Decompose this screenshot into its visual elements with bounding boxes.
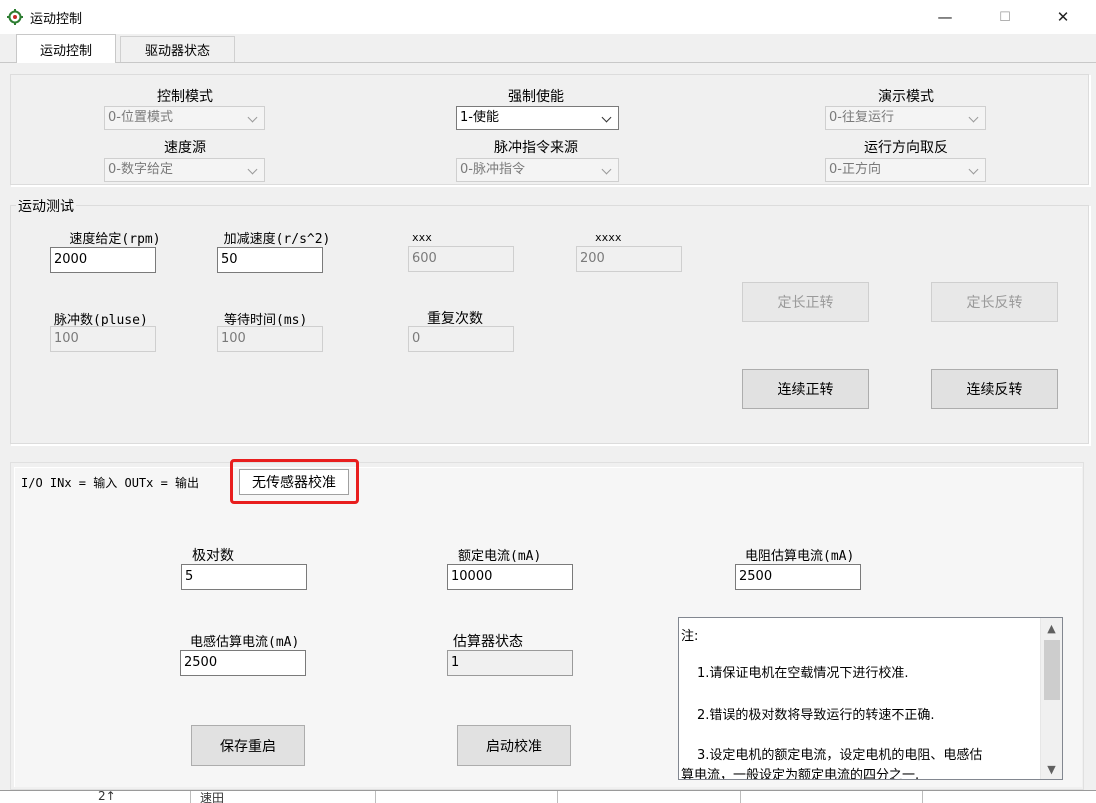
chevron-down-icon [969, 109, 979, 127]
speed-source-value: 0-数字给定 [108, 162, 173, 177]
demo-mode-select[interactable]: 0-往复运行 [825, 106, 986, 130]
column-divider [740, 791, 741, 803]
motion-test-title: 运动测试 [16, 196, 76, 216]
tab-driver-status[interactable]: 驱动器状态 [120, 36, 235, 62]
accel-label: 加减速度(r/s^2) [223, 232, 331, 247]
xxxx-label: xxxx [595, 231, 622, 244]
notes-line: 算电流，一般设定为额定电流的四分之一. [681, 768, 920, 780]
save-restart-button[interactable]: 保存重启 [191, 725, 305, 766]
close-button[interactable]: ✕ [1040, 0, 1086, 34]
pole-pairs-label: 极对数 [192, 548, 234, 564]
demo-mode-value: 0-往复运行 [829, 110, 894, 125]
chevron-down-icon [248, 109, 258, 127]
pulse-source-select[interactable]: 0-脉冲指令 [456, 158, 619, 182]
notes-line: 注: [681, 629, 699, 644]
xxxx-input[interactable]: 200 [576, 246, 682, 272]
continuous-reverse-button[interactable]: 连续反转 [931, 369, 1058, 409]
notes-line: 2.错误的极对数将导致运行的转速不正确. [697, 708, 935, 723]
speed-source-label: 速度源 [164, 140, 206, 156]
wait-time-input[interactable]: 100 [217, 326, 323, 352]
demo-mode-label: 演示模式 [878, 89, 934, 105]
pulse-source-label: 脉冲指令来源 [494, 140, 578, 156]
background-window-strip: 2↑ 速田 [0, 790, 1096, 803]
inductance-current-label: 电感估算电流(mA) [190, 635, 300, 650]
notes-scrollbar[interactable]: ▲ ▼ [1040, 618, 1062, 779]
chevron-down-icon [602, 109, 612, 127]
pole-pairs-input[interactable]: 5 [181, 564, 307, 590]
direction-invert-label: 运行方向取反 [864, 140, 948, 156]
force-enable-value: 1-使能 [460, 110, 499, 125]
speed-source-select[interactable]: 0-数字给定 [104, 158, 265, 182]
estimator-state-label: 估算器状态 [453, 634, 523, 650]
maximize-button[interactable]: ☐ [982, 0, 1028, 34]
tab-sensorless-calibration[interactable]: 无传感器校准 [239, 469, 349, 495]
resistance-current-label: 电阻估算电流(mA) [745, 549, 855, 564]
background-cell: 2↑ [98, 790, 116, 803]
direction-invert-value: 0-正方向 [829, 162, 881, 177]
repeat-input[interactable]: 0 [408, 326, 514, 352]
control-mode-value: 0-位置模式 [108, 110, 173, 125]
fixed-reverse-button[interactable]: 定长反转 [931, 282, 1058, 322]
title-bar: 运动控制 — ☐ ✕ [0, 0, 1096, 34]
repeat-label: 重复次数 [427, 311, 483, 327]
gear-icon [7, 9, 23, 25]
estimator-state-field: 1 [447, 650, 573, 676]
xxx-label: xxx [412, 231, 432, 244]
resistance-current-input[interactable]: 2500 [735, 564, 861, 590]
inductance-current-input[interactable]: 2500 [180, 650, 306, 676]
force-enable-label: 强制使能 [508, 89, 564, 105]
notes-line: 1.请保证电机在空载情况下进行校准. [697, 666, 909, 681]
column-divider [190, 791, 191, 803]
column-divider [557, 791, 558, 803]
column-divider [922, 791, 923, 803]
speed-input[interactable]: 2000 [50, 247, 156, 273]
minimize-button[interactable]: — [922, 0, 968, 34]
direction-invert-select[interactable]: 0-正方向 [825, 158, 986, 182]
chevron-down-icon [248, 161, 258, 179]
chevron-down-icon [602, 161, 612, 179]
pulse-source-value: 0-脉冲指令 [460, 162, 525, 177]
accel-input[interactable]: 50 [217, 247, 323, 273]
tab-motion-control[interactable]: 运动控制 [16, 34, 116, 63]
arrow-down-icon[interactable]: ▼ [1041, 759, 1062, 779]
notes-textarea[interactable]: 注: 1.请保证电机在空载情况下进行校准. 2.错误的极对数将导致运行的转速不正… [678, 617, 1063, 780]
control-mode-select[interactable]: 0-位置模式 [104, 106, 265, 130]
rated-current-label: 额定电流(mA) [458, 549, 542, 564]
column-divider [375, 791, 376, 803]
control-mode-label: 控制模式 [157, 89, 213, 105]
arrow-up-icon[interactable]: ▲ [1041, 618, 1062, 638]
continuous-forward-button[interactable]: 连续正转 [742, 369, 869, 409]
rated-current-input[interactable]: 10000 [447, 564, 573, 590]
force-enable-select[interactable]: 1-使能 [456, 106, 619, 130]
pulse-count-input[interactable]: 100 [50, 326, 156, 352]
speed-label: 速度给定(rpm) [69, 232, 161, 247]
background-cell: 速田 [200, 791, 225, 803]
io-legend: I/O INx = 输入 OUTx = 输出 [21, 476, 200, 490]
start-calibration-button[interactable]: 启动校准 [457, 725, 571, 766]
chevron-down-icon [969, 161, 979, 179]
scrollbar-thumb[interactable] [1044, 640, 1060, 700]
xxx-input[interactable]: 600 [408, 246, 514, 272]
fixed-forward-button[interactable]: 定长正转 [742, 282, 869, 322]
notes-line: 3.设定电机的额定电流，设定电机的电阻、电感估 [697, 748, 983, 763]
window-title: 运动控制 [30, 12, 83, 27]
